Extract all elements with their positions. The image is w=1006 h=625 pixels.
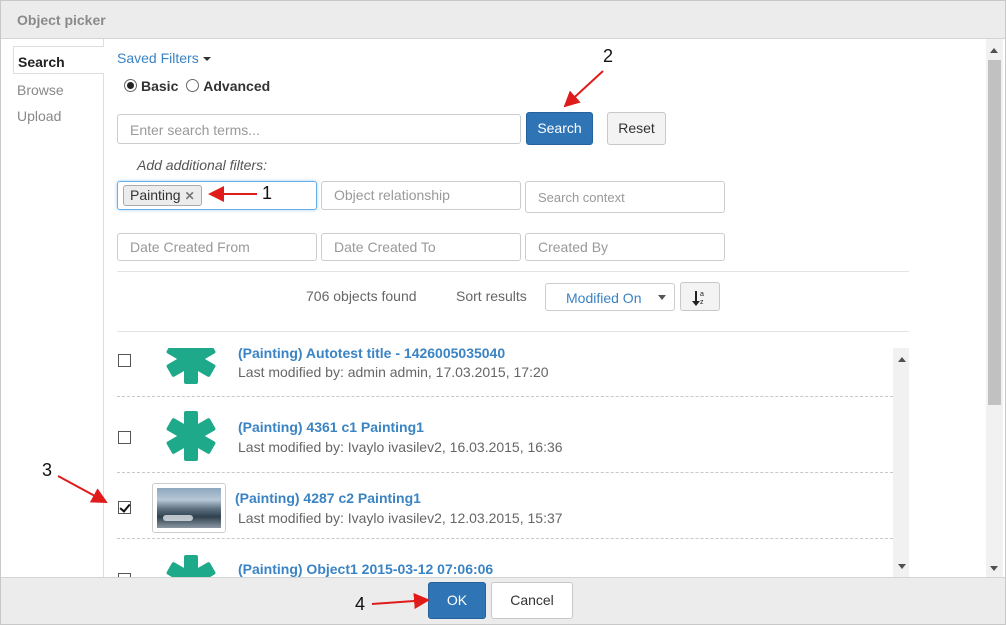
item-title[interactable]: (Painting) Autotest title - 142600503504… <box>238 348 505 361</box>
divider <box>117 271 909 272</box>
results-count: 706 objects found <box>306 288 417 304</box>
row-checkbox[interactable] <box>118 431 131 444</box>
sidebar: Search Browse Upload <box>1 39 104 577</box>
caret-down-icon <box>202 57 211 61</box>
cancel-button[interactable]: Cancel <box>491 582 573 619</box>
svg-text:z: z <box>700 299 704 306</box>
filter-tag-label: Painting <box>130 187 181 203</box>
tab-upload[interactable]: Upload <box>13 101 104 129</box>
landscape-thumbnail <box>152 483 226 533</box>
item-title[interactable]: (Painting) 4287 c2 Painting1 <box>235 490 421 506</box>
results-list: (Painting) Autotest title - 142600503504… <box>117 348 909 577</box>
remove-tag-icon[interactable]: ✕ <box>185 189 195 203</box>
dialog-title: Object picker <box>17 12 106 28</box>
saved-filters-label: Saved Filters <box>117 50 199 66</box>
search-mode-group: Basic Advanced <box>124 78 274 94</box>
annotation-number: 3 <box>42 460 53 480</box>
scroll-up-icon[interactable] <box>898 357 906 362</box>
radio-advanced-label[interactable]: Advanced <box>203 78 270 94</box>
annotation-number: 1 <box>262 183 273 203</box>
asterisk-icon <box>166 555 216 577</box>
dialog-titlebar: Object picker <box>1 1 1005 39</box>
add-filters-label: Add additional filters: <box>137 157 267 173</box>
svg-text:a: a <box>700 291 704 298</box>
reset-button[interactable]: Reset <box>607 112 666 145</box>
list-item[interactable]: (Painting) 4361 c1 Painting1 Last modifi… <box>117 397 893 473</box>
dialog-footer: OK Cancel <box>1 577 1005 624</box>
asterisk-icon <box>166 348 216 384</box>
asterisk-icon <box>166 411 216 461</box>
annotation-number: 4 <box>355 594 366 614</box>
item-meta: Last modified by: Ivaylo ivasilev2, 12.0… <box>238 510 563 526</box>
search-button[interactable]: Search <box>526 112 593 145</box>
scroll-down-icon[interactable] <box>990 566 998 571</box>
ok-button[interactable]: OK <box>428 582 486 619</box>
item-title[interactable]: (Painting) 4361 c1 Painting1 <box>238 419 424 435</box>
sort-ascending-icon: a z <box>692 291 704 306</box>
sort-direction-button[interactable]: a z <box>680 282 720 311</box>
select-arrow-icon <box>658 295 666 300</box>
filter-tag-painting: Painting ✕ <box>123 185 202 206</box>
item-meta: Last modified by: Ivaylo ivasilev2, 16.0… <box>238 439 563 455</box>
tab-browse[interactable]: Browse <box>13 75 104 103</box>
scroll-up-icon[interactable] <box>990 48 998 53</box>
tab-search[interactable]: Search <box>13 46 104 74</box>
list-item[interactable]: (Painting) 4287 c2 Painting1 Last modifi… <box>117 473 893 539</box>
search-context-input[interactable]: Search context <box>525 181 725 213</box>
sort-field-select[interactable]: Modified On <box>545 283 675 311</box>
created-by-input[interactable]: Created By <box>525 233 725 261</box>
radio-basic[interactable] <box>124 79 137 92</box>
date-created-to-input[interactable]: Date Created To <box>321 233 521 261</box>
item-meta: Last modified by: admin admin, 17.03.201… <box>238 364 549 380</box>
search-input[interactable]: Enter search terms... <box>117 114 521 144</box>
annotation-number: 2 <box>603 46 614 66</box>
landscape-photo <box>157 488 221 528</box>
scrollbar-thumb[interactable] <box>988 60 1001 405</box>
object-picker-dialog: Object picker Search Browse Upload Saved… <box>0 0 1006 625</box>
list-item[interactable]: (Painting) Object1 2015-03-12 07:06:06 <box>117 540 893 577</box>
item-title[interactable]: (Painting) Object1 2015-03-12 07:06:06 <box>238 561 493 577</box>
sort-results-label: Sort results <box>456 288 527 304</box>
date-created-from-input[interactable]: Date Created From <box>117 233 317 261</box>
sort-field-value: Modified On <box>566 290 642 306</box>
row-checkbox[interactable] <box>118 354 131 367</box>
row-checkbox[interactable] <box>118 501 131 514</box>
radio-advanced[interactable] <box>186 79 200 92</box>
divider <box>117 331 909 332</box>
dialog-scrollbar[interactable] <box>986 39 1003 577</box>
list-item[interactable]: (Painting) Autotest title - 142600503504… <box>117 348 893 397</box>
object-relationship-input[interactable]: Object relationship <box>321 181 521 210</box>
radio-basic-label[interactable]: Basic <box>141 78 178 94</box>
results-scrollbar[interactable] <box>893 348 909 577</box>
scroll-down-icon[interactable] <box>898 564 906 569</box>
saved-filters-dropdown[interactable]: Saved Filters <box>117 50 211 66</box>
